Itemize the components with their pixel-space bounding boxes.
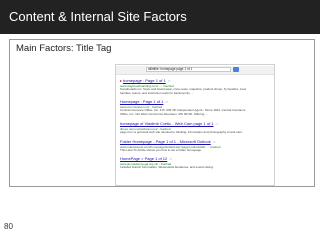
search-result: HomePage > Page 1 of 12 ▭ www.jimmadsonyo… [120,156,270,170]
result-bullet-icon: ▸ [120,78,123,83]
search-result: Homepage : Page 1 of 1 ▭ www.commutiea.co… [120,99,270,117]
search-result: Folder Homepage - Page 1 of 1 - Microsof… [120,139,270,153]
cached-badge-icon: ▭ [165,100,169,104]
result-snippet: page from a personal web site devoted to… [120,131,243,134]
page-number: 80 [4,222,13,231]
search-result: ▸homepage : Page 1 of 1 ▭ www.dogsnowboar… [120,78,270,96]
slide-subtitle: Main Factors: Title Tag [16,43,112,54]
search-query-text: allintitle: homepage page 1 of 1 [148,67,193,71]
slide-title-bar: Content & Internal Site Factors [0,0,320,34]
result-snippet-line2: Office, Inc. 112 West Commerce Aberdeen,… [120,112,208,116]
result-snippet-line2: handles, teams, and instruction tests fo… [120,91,194,95]
search-result: homepage of Vladimir Cvetic - Web Cam pa… [120,121,270,135]
cached-badge-icon: ▭ [215,122,219,126]
result-snippet: This How-To Article shows you how to set… [120,149,202,152]
result-snippet: Includes branch information, Wesendock l… [120,166,214,169]
search-button[interactable] [233,67,239,72]
slide-title: Content & Internal Site Factors [9,9,187,24]
